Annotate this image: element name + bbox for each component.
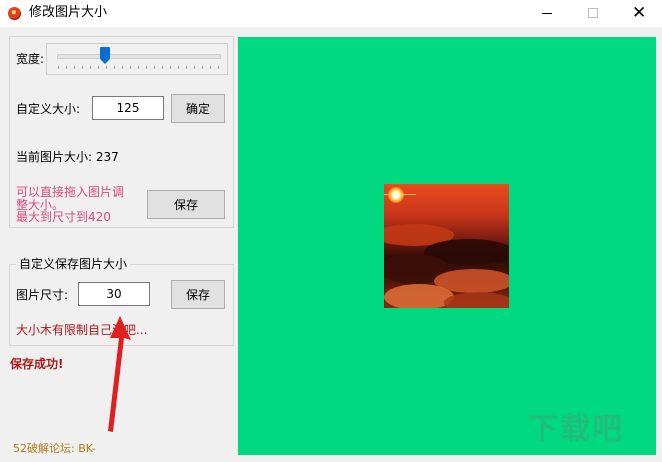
app-icon [8, 7, 21, 20]
image-preview-area[interactable] [238, 37, 656, 455]
slider-tick [138, 66, 139, 69]
close-button[interactable]: ✕ [616, 0, 662, 27]
close-icon: ✕ [632, 3, 647, 23]
cloud-shape [444, 292, 509, 308]
minimize-button[interactable] [524, 0, 570, 27]
slider-tick [106, 66, 107, 69]
slider-tick [74, 66, 75, 69]
annotation-arrow [108, 316, 131, 432]
arrow-icon [108, 316, 131, 432]
slider-tick [146, 66, 147, 69]
slider-thumb[interactable] [100, 47, 110, 64]
slider-thumb-body [100, 47, 110, 59]
confirm-button[interactable]: 确定 [171, 94, 225, 123]
slider-tick [210, 66, 211, 69]
image-thumbnail [384, 184, 509, 308]
slider-ticks [58, 66, 220, 70]
slider-tick [58, 66, 59, 69]
slider-tick [178, 66, 179, 69]
hint-line-3: 最大到尺寸到420 [16, 210, 111, 224]
slider-tick [130, 66, 131, 69]
watermark-logo: 下载吧 [528, 412, 624, 447]
slider-tick [82, 66, 83, 69]
slider-track[interactable] [57, 54, 221, 59]
slider-thumb-pointer [100, 59, 110, 64]
current-size-text: 当前图片大小: 237 [16, 150, 119, 164]
slider-tick [122, 66, 123, 69]
slider-tick [162, 66, 163, 69]
credit-text: 52破解论坛: BK- [13, 442, 96, 455]
slider-tick [194, 66, 195, 69]
custom-size-input[interactable] [92, 96, 164, 120]
slider-tick [114, 66, 115, 69]
slider-tick [218, 66, 219, 69]
slider-tick [154, 66, 155, 69]
maximize-icon [588, 8, 598, 18]
save-custom-button[interactable]: 保存 [171, 280, 225, 309]
status-message: 保存成功! [10, 357, 64, 371]
minimize-icon [542, 13, 552, 14]
window-title: 修改图片大小 [29, 5, 108, 20]
custom-save-title: 自定义保存图片大小 [16, 256, 131, 272]
save-button[interactable]: 保存 [147, 190, 225, 219]
image-size-label: 图片尺寸: [16, 288, 69, 302]
custom-size-label: 自定义大小: [16, 102, 81, 116]
slider-tick [66, 66, 67, 69]
slider-tick [98, 66, 99, 69]
image-size-input[interactable] [78, 282, 150, 306]
slider-tick [186, 66, 187, 69]
slider-tick [202, 66, 203, 69]
width-label: 宽度: [16, 52, 45, 66]
size-settings-panel: 宽度: 自定义大小: 确定 当前图片大小: 237 可以直接拖入图片调 整大小。… [9, 36, 234, 228]
app-window: 修改图片大小 ✕ 宽度: 自定义大小: 确定 当前图片大小: 237 可以直接拖… [0, 0, 662, 462]
slider-tick [170, 66, 171, 69]
maximize-button[interactable] [570, 0, 616, 27]
sun-shape [388, 187, 404, 203]
width-slider[interactable] [46, 43, 228, 75]
title-bar[interactable]: 修改图片大小 ✕ [0, 0, 662, 27]
slider-tick [90, 66, 91, 69]
